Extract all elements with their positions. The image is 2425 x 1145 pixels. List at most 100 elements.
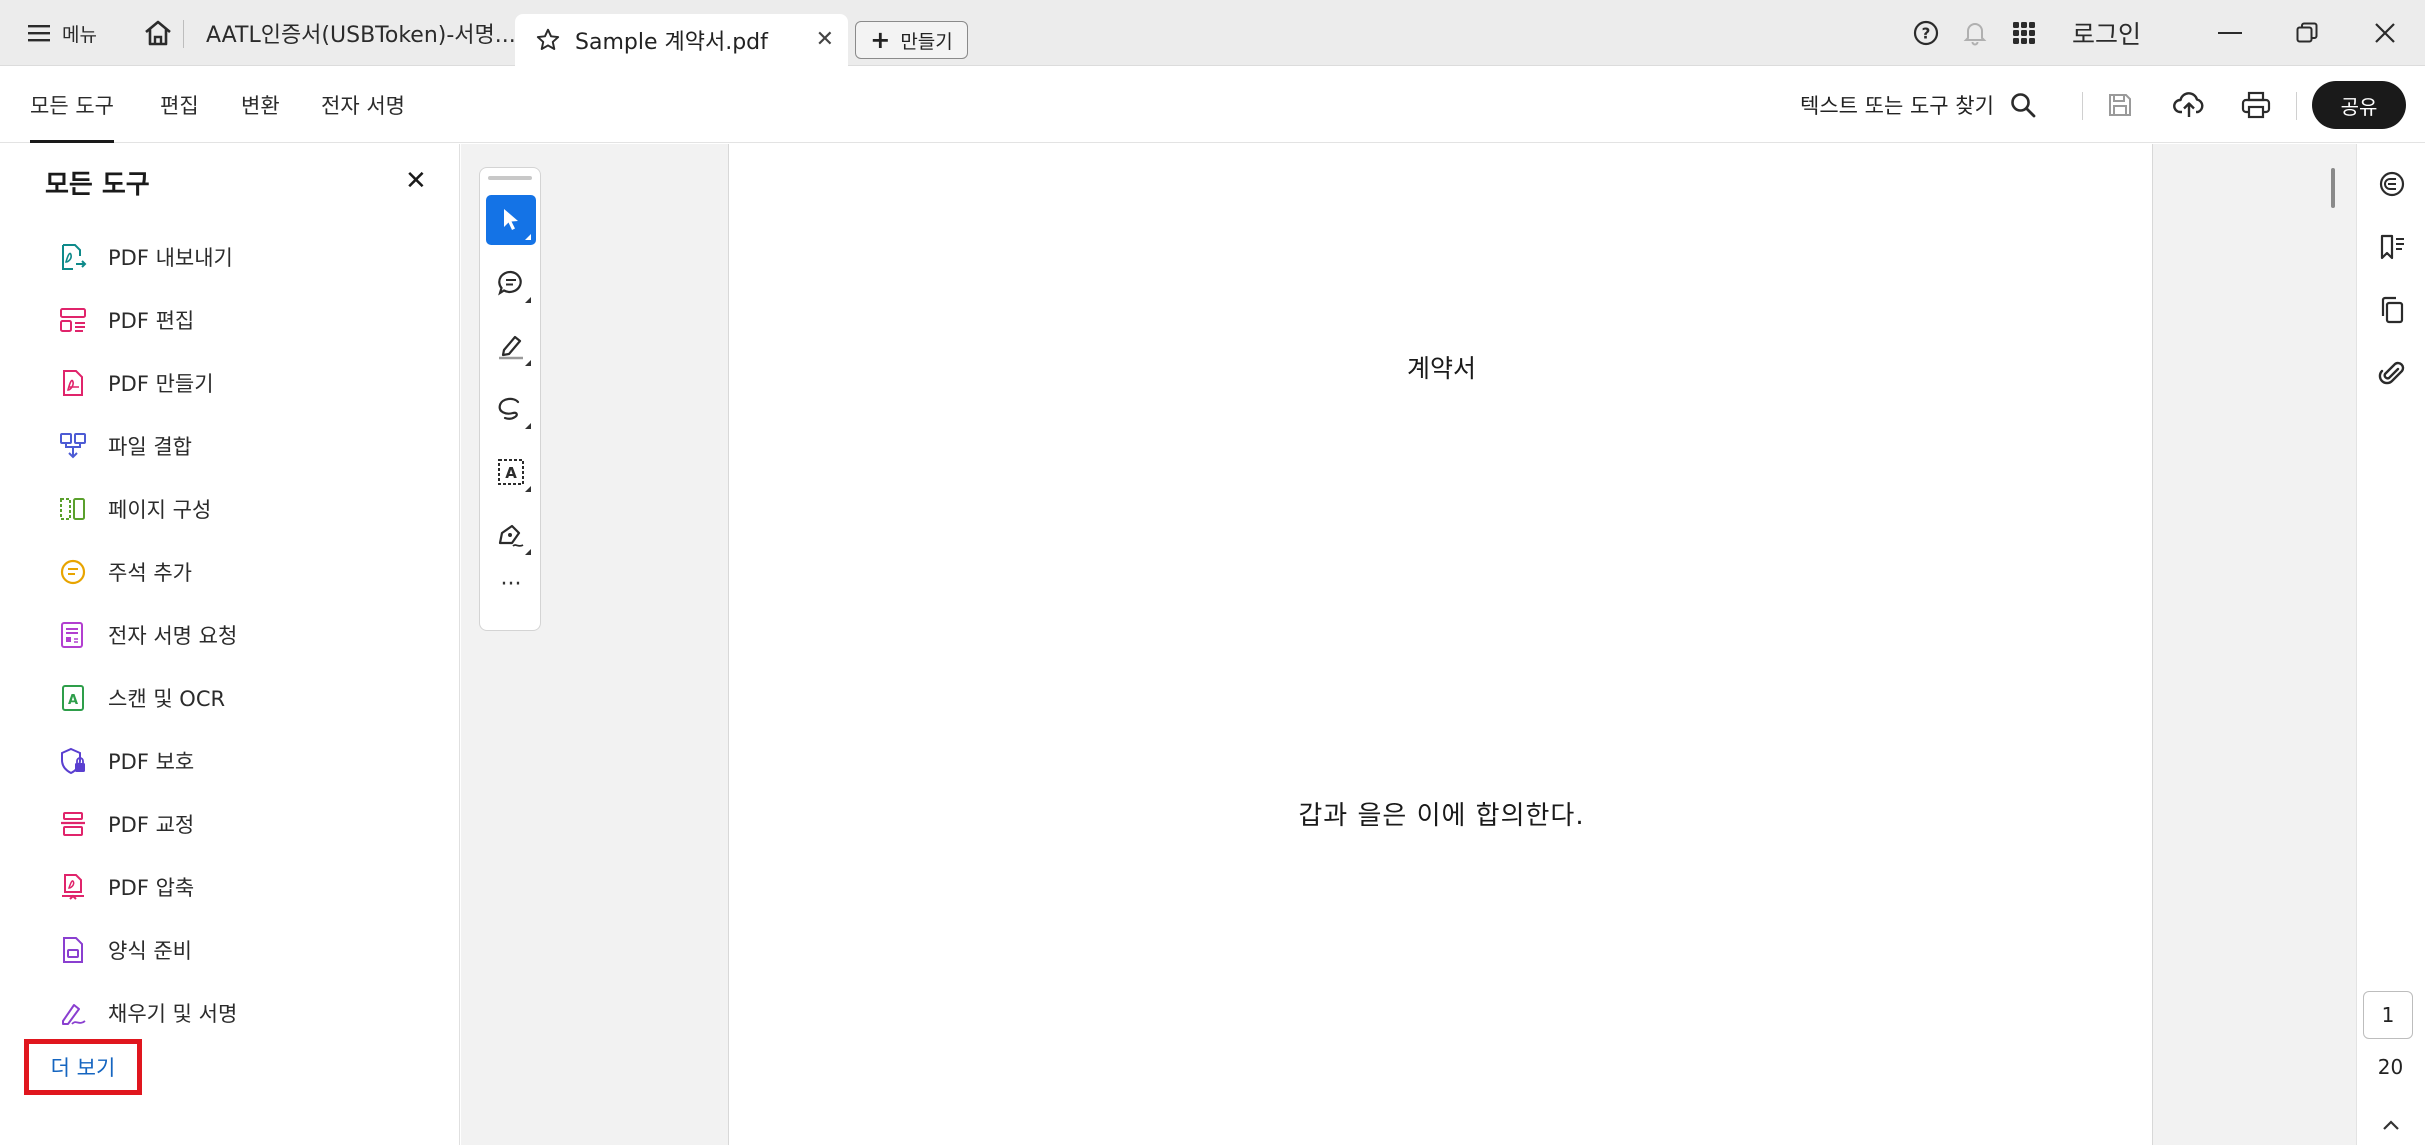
tool-label: PDF 교정 — [108, 813, 195, 837]
find-tools-search[interactable]: 텍스트 또는 도구 찾기 — [1800, 67, 2036, 143]
tab-bar: 메뉴 AATL인증서(USBToken)-서명... Sample 계약서.pd… — [0, 0, 2425, 66]
comment-tool-button[interactable] — [486, 258, 536, 308]
tab-aatl-certificate[interactable]: AATL인증서(USBToken)-서명... — [206, 0, 516, 66]
save-icon — [2109, 94, 2131, 116]
submenu-indicator — [525, 234, 531, 240]
export-pdf-icon — [58, 242, 88, 272]
tool-label: 양식 준비 — [108, 939, 192, 963]
text-box-tool-button[interactable]: A — [486, 447, 536, 497]
tool-request-esign[interactable]: 전자 서명 요청 — [58, 615, 237, 655]
cloud-upload-icon — [2173, 92, 2204, 117]
vertical-scrollbar[interactable] — [2331, 168, 2335, 208]
hamburger-icon — [28, 25, 50, 42]
tool-organize-pages[interactable]: 페이지 구성 — [58, 489, 211, 529]
bell-icon — [1963, 23, 1987, 46]
protect-pdf-icon — [58, 746, 88, 776]
help-button[interactable]: ? — [1906, 0, 1946, 66]
comment-panel-icon — [2379, 171, 2405, 197]
menu-button[interactable]: 메뉴 — [28, 0, 97, 66]
current-page-input[interactable]: 1 — [2363, 991, 2413, 1039]
attachments-button[interactable] — [2372, 353, 2412, 393]
notifications-button[interactable] — [1955, 0, 1995, 66]
tool-create-pdf[interactable]: PDF 만들기 — [58, 363, 214, 403]
tool-compress-pdf[interactable]: PDF 압축 — [58, 867, 194, 907]
comments-panel-button[interactable] — [2372, 164, 2412, 204]
tool-add-comment[interactable]: 주석 추가 — [58, 552, 192, 592]
svg-text:A: A — [68, 693, 78, 708]
quick-tools-bar: A ··· — [479, 167, 541, 631]
comment-bubble-icon — [498, 270, 522, 296]
tab-label: 모든 도구 — [30, 94, 114, 118]
tab-all-tools[interactable]: 모든 도구 — [30, 67, 114, 143]
tool-fill-sign[interactable]: 채우기 및 서명 — [58, 993, 237, 1033]
login-button[interactable]: 로그인 — [2072, 0, 2141, 66]
see-more-button[interactable]: 더 보기 — [24, 1039, 142, 1095]
tool-export-pdf[interactable]: PDF 내보내기 — [58, 237, 233, 277]
document-body-text: 갑과 을은 이에 합의한다. — [1298, 801, 1585, 831]
page-thumbnails-button[interactable] — [2372, 290, 2412, 330]
print-button[interactable] — [2231, 67, 2281, 143]
tool-redact-pdf[interactable]: PDF 교정 — [58, 804, 194, 844]
share-button[interactable]: 공유 — [2312, 81, 2406, 129]
more-tools-icon[interactable]: ··· — [486, 572, 536, 612]
tab-sample-contract[interactable]: Sample 계약서.pdf ✕ — [515, 14, 848, 66]
pen-sign-icon — [498, 524, 524, 547]
tool-label: PDF 내보내기 — [108, 246, 233, 270]
fill-sign-icon — [58, 998, 88, 1028]
minimize-icon — [2218, 32, 2242, 34]
close-panel-icon[interactable]: ✕ — [405, 166, 427, 196]
text-box-icon: A — [498, 459, 524, 485]
tool-label: 페이지 구성 — [108, 498, 212, 522]
tool-scan-ocr[interactable]: A 스캔 및 OCR — [58, 678, 225, 718]
top-toolbar: 모든 도구 편집 변환 전자 서명 텍스트 또는 도구 찾기 공유 — [0, 67, 2425, 143]
tool-label: 주석 추가 — [108, 561, 192, 585]
upload-cloud-button[interactable] — [2164, 67, 2214, 143]
svg-text:A: A — [505, 464, 517, 482]
panel-title: 모든 도구 — [45, 170, 150, 200]
tab-edit[interactable]: 편집 — [160, 67, 199, 143]
current-page-number: 1 — [2381, 1003, 2395, 1027]
create-button[interactable]: + 만들기 — [855, 21, 968, 59]
cursor-arrow-icon — [504, 209, 518, 230]
tool-prepare-form[interactable]: 양식 준비 — [58, 930, 192, 970]
organize-pages-icon — [58, 494, 88, 524]
home-icon — [145, 20, 171, 46]
close-window-button[interactable] — [2355, 0, 2415, 66]
close-tab-icon[interactable]: ✕ — [816, 27, 834, 52]
tool-label: PDF 만들기 — [108, 372, 214, 396]
tab-convert[interactable]: 변환 — [241, 67, 280, 143]
svg-text:?: ? — [1922, 25, 1931, 43]
minimize-button[interactable] — [2200, 0, 2260, 66]
total-pages: 20 — [2377, 1055, 2404, 1079]
tool-label: 전자 서명 요청 — [108, 624, 238, 648]
request-esign-icon — [58, 620, 88, 650]
save-button[interactable] — [2095, 67, 2145, 143]
tool-protect-pdf[interactable]: PDF 보호 — [58, 741, 194, 781]
draw-tool-button[interactable] — [486, 384, 536, 434]
submenu-indicator — [525, 549, 531, 555]
create-pdf-icon — [58, 368, 88, 398]
menu-label: 메뉴 — [62, 23, 97, 46]
tab-esign[interactable]: 전자 서명 — [321, 67, 405, 143]
bookmarks-button[interactable] — [2372, 227, 2412, 267]
chevron-up-icon[interactable] — [2356, 1112, 2425, 1136]
prepare-form-icon — [58, 935, 88, 965]
drag-handle[interactable] — [488, 176, 532, 180]
apps-button[interactable] — [2004, 0, 2044, 66]
highlight-tool-button[interactable] — [486, 321, 536, 371]
sign-tool-button[interactable] — [486, 510, 536, 560]
star-icon[interactable] — [535, 27, 561, 53]
tab-divider — [183, 20, 184, 48]
tool-edit-pdf[interactable]: PDF 편집 — [58, 300, 194, 340]
restore-button[interactable] — [2277, 0, 2337, 66]
home-button[interactable] — [138, 0, 178, 66]
tool-combine-files[interactable]: 파일 결합 — [58, 426, 192, 466]
apps-grid-icon — [2013, 22, 2035, 44]
tool-label: 채우기 및 서명 — [108, 1002, 238, 1026]
tab-title: Sample 계약서.pdf — [575, 30, 768, 55]
login-label: 로그인 — [2072, 20, 2142, 49]
help-icon: ? — [1913, 20, 1939, 46]
restore-icon — [2296, 22, 2318, 43]
share-label: 공유 — [2340, 94, 2378, 119]
select-tool-button[interactable] — [486, 195, 536, 245]
